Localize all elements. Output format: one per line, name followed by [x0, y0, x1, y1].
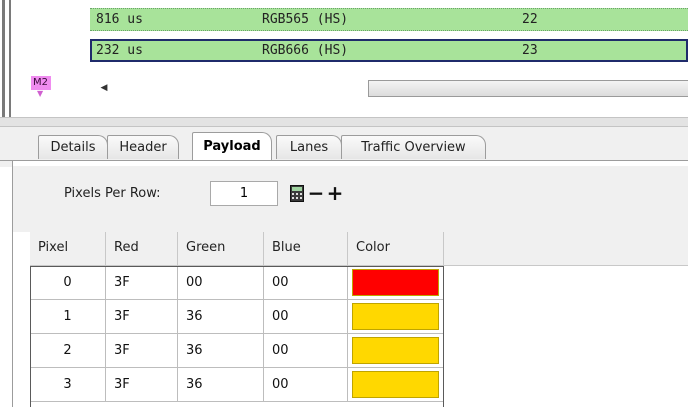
cell-color[interactable]	[348, 300, 444, 334]
cell-green[interactable]: 36	[178, 300, 264, 334]
cell-pixel[interactable]: 1	[30, 300, 106, 334]
cell-red[interactable]: 3F	[106, 266, 178, 300]
panel-border	[9, 0, 11, 120]
pixels-per-row-label: Pixels Per Row:	[64, 186, 161, 201]
marker-arrow-icon: ▼	[37, 89, 44, 98]
tab-details[interactable]: Details	[38, 135, 108, 159]
cell-green[interactable]: 36	[178, 334, 264, 368]
trace-panel: 816 us RGB565 (HS) 22 232 us RGB666 (HS)…	[0, 0, 688, 120]
decrease-button[interactable]: −	[307, 183, 325, 204]
scroll-left-arrow-icon[interactable]: ◀	[98, 80, 110, 96]
horizontal-scrollbar-thumb[interactable]	[368, 80, 688, 97]
tab-lanes[interactable]: Lanes	[276, 135, 342, 159]
marker-m2-badge[interactable]: M2	[31, 76, 51, 90]
cell-blue[interactable]: 00	[264, 300, 348, 334]
cell-blue[interactable]: 00	[264, 368, 348, 402]
cell-green[interactable]: 36	[178, 368, 264, 402]
tab-header[interactable]: Header	[107, 135, 179, 159]
pixels-per-row-input[interactable]: 1	[210, 181, 278, 206]
cell-blue[interactable]: 00	[264, 266, 348, 300]
trace-row-selected[interactable]: 232 us RGB666 (HS) 23	[90, 39, 688, 62]
trace-format: RGB565 (HS)	[262, 12, 349, 27]
tab-payload[interactable]: Payload	[192, 132, 272, 160]
column-header-pixel[interactable]: Pixel	[30, 232, 106, 266]
calculator-icon[interactable]	[290, 185, 304, 202]
cell-color[interactable]	[348, 334, 444, 368]
cell-pixel[interactable]: 0	[30, 266, 106, 300]
cell-pixel[interactable]: 2	[30, 334, 106, 368]
column-header-filler	[444, 232, 688, 266]
tab-traffic-overview[interactable]: Traffic Overview	[341, 135, 486, 159]
increase-button[interactable]: +	[326, 183, 344, 204]
cell-red[interactable]: 3F	[106, 368, 178, 402]
column-header-blue[interactable]: Blue	[264, 232, 348, 266]
cell-color[interactable]	[348, 368, 444, 402]
trace-format: RGB666 (HS)	[262, 43, 349, 58]
cell-red[interactable]: 3F	[106, 300, 178, 334]
column-header-red[interactable]: Red	[106, 232, 178, 266]
cell-red[interactable]: 3F	[106, 334, 178, 368]
color-swatch	[352, 371, 439, 398]
splitter[interactable]	[0, 117, 688, 127]
color-swatch	[352, 303, 439, 330]
cell-color[interactable]	[348, 266, 444, 300]
cell-blue[interactable]: 00	[264, 334, 348, 368]
color-swatch	[352, 269, 439, 296]
cell-green[interactable]: 00	[178, 266, 264, 300]
trace-number: 22	[522, 12, 538, 27]
trace-time: 816 us	[96, 12, 143, 27]
panel-border	[2, 0, 5, 120]
trace-row[interactable]: 816 us RGB565 (HS) 22	[90, 8, 688, 31]
column-header-green[interactable]: Green	[178, 232, 264, 266]
color-swatch	[352, 337, 439, 364]
trace-time: 232 us	[96, 43, 143, 58]
column-header-color[interactable]: Color	[348, 232, 444, 266]
cell-pixel[interactable]: 3	[30, 368, 106, 402]
trace-number: 23	[522, 43, 538, 58]
